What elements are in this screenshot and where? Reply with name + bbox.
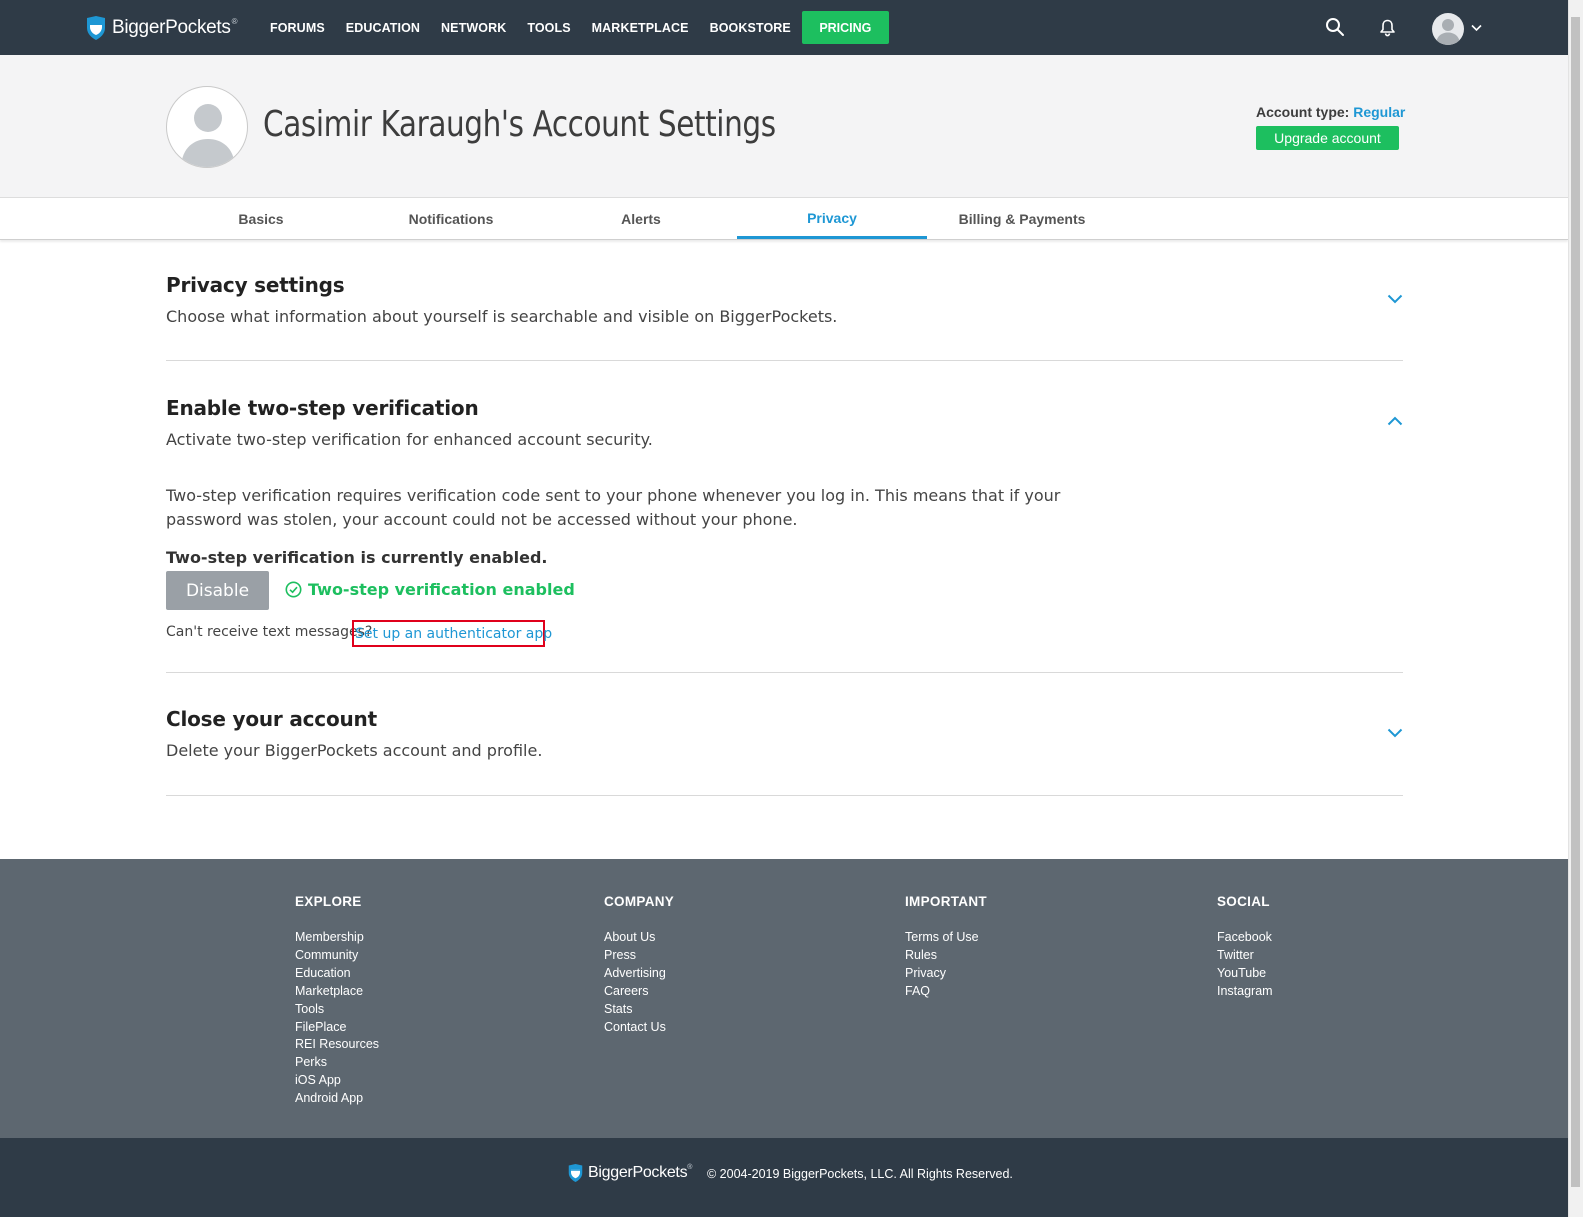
- two-step-explanation: Two-step verification requires verificat…: [166, 486, 1061, 529]
- footer-link[interactable]: Community: [295, 947, 379, 965]
- footer-link[interactable]: iOS App: [295, 1072, 379, 1090]
- footer-link[interactable]: Twitter: [1217, 947, 1273, 965]
- nav-tools[interactable]: TOOLS: [527, 21, 570, 35]
- footer-link[interactable]: FilePlace: [295, 1019, 379, 1037]
- settings-tabs: Basics Notifications Alerts Privacy Bill…: [0, 199, 1568, 240]
- divider: [166, 795, 1403, 796]
- profile-avatar: [166, 86, 248, 168]
- two-step-verification-section[interactable]: Enable two-step verification Activate tw…: [166, 396, 1403, 449]
- tab-notifications[interactable]: Notifications: [356, 199, 546, 239]
- footer-column-important: IMPORTANT Terms of Use Rules Privacy FAQ: [905, 894, 987, 1001]
- page-title: Casimir Karaugh's Account Settings: [263, 104, 776, 145]
- nav-forums[interactable]: FORUMS: [270, 21, 325, 35]
- bell-icon[interactable]: [1379, 19, 1396, 37]
- site-footer: [0, 859, 1568, 1138]
- setup-authenticator-link[interactable]: Set up an authenticator app: [352, 620, 552, 647]
- main-nav: FORUMS EDUCATION NETWORK TOOLS MARKETPLA…: [270, 0, 889, 55]
- brand-logo[interactable]: BiggerPockets®: [86, 15, 237, 41]
- nav-network[interactable]: NETWORK: [441, 21, 506, 35]
- chevron-down-icon[interactable]: [1387, 294, 1403, 304]
- footer-link[interactable]: Android App: [295, 1090, 379, 1108]
- footer-column-explore: EXPLORE Membership Community Education M…: [295, 894, 379, 1108]
- footer-link[interactable]: Marketplace: [295, 983, 379, 1001]
- footer-link[interactable]: About Us: [604, 929, 674, 947]
- user-silhouette-icon: [181, 104, 235, 167]
- divider: [166, 672, 1403, 673]
- chevron-down-icon[interactable]: [1471, 24, 1482, 32]
- footer-link[interactable]: Privacy: [905, 965, 987, 983]
- section-title: Close your account: [166, 707, 377, 731]
- account-type-label: Account type:: [1256, 104, 1350, 120]
- footer-heading: COMPANY: [604, 894, 675, 909]
- footer-link[interactable]: Stats: [604, 1001, 674, 1019]
- footer-link[interactable]: Rules: [905, 947, 987, 965]
- footer-link[interactable]: Instagram: [1217, 983, 1273, 1001]
- search-icon[interactable]: [1325, 17, 1345, 37]
- disable-button[interactable]: Disable: [166, 571, 269, 610]
- status-text: Two-step verification enabled: [308, 580, 575, 599]
- tab-basics[interactable]: Basics: [166, 199, 356, 239]
- section-title: Privacy settings: [166, 273, 345, 297]
- privacy-settings-section[interactable]: Privacy settings Choose what information…: [166, 273, 1403, 326]
- footer-link[interactable]: Education: [295, 965, 379, 983]
- footer-link[interactable]: Facebook: [1217, 929, 1273, 947]
- tab-privacy[interactable]: Privacy: [737, 199, 927, 239]
- brand-name: BiggerPockets®: [112, 17, 238, 38]
- shield-logo-icon: [568, 1164, 583, 1182]
- footer-column-company: COMPANY About Us Press Advertising Caree…: [604, 894, 674, 1036]
- upgrade-account-button[interactable]: Upgrade account: [1256, 126, 1399, 150]
- footer-heading: EXPLORE: [295, 894, 362, 909]
- account-type-value[interactable]: Regular: [1353, 104, 1405, 120]
- footer-link[interactable]: Perks: [295, 1054, 379, 1072]
- footer-heading: SOCIAL: [1217, 894, 1270, 909]
- footer-heading: IMPORTANT: [905, 894, 987, 909]
- tab-alerts[interactable]: Alerts: [546, 199, 736, 239]
- two-step-status-heading: Two-step verification is currently enabl…: [166, 548, 548, 567]
- nav-pricing-button[interactable]: PRICING: [801, 11, 889, 44]
- footer-link[interactable]: Contact Us: [604, 1019, 674, 1037]
- check-circle-icon: [285, 581, 302, 598]
- section-description: Choose what information about yourself i…: [166, 307, 838, 326]
- footer-brand-logo[interactable]: BiggerPockets®: [568, 1164, 692, 1182]
- footer-link[interactable]: REI Resources: [295, 1036, 379, 1054]
- cant-receive-text: Can't receive text messages?: [166, 624, 373, 640]
- footer-link[interactable]: Advertising: [604, 965, 674, 983]
- brand-name: BiggerPockets®: [588, 1164, 693, 1181]
- nav-marketplace[interactable]: MARKETPLACE: [592, 21, 689, 35]
- two-step-enabled-status: Two-step verification enabled: [285, 580, 575, 599]
- top-navbar: BiggerPockets® FORUMS EDUCATION NETWORK …: [0, 0, 1568, 55]
- footer-column-social: SOCIAL Facebook Twitter YouTube Instagra…: [1217, 894, 1273, 1001]
- divider: [166, 360, 1403, 361]
- tab-billing-payments[interactable]: Billing & Payments: [927, 199, 1117, 239]
- user-avatar[interactable]: [1432, 13, 1464, 45]
- user-silhouette-icon: [1436, 19, 1460, 45]
- scrollbar-thumb[interactable]: [1571, 17, 1580, 1187]
- shield-logo-icon: [87, 16, 105, 40]
- footer-link[interactable]: Membership: [295, 929, 379, 947]
- close-account-section[interactable]: Close your account Delete your BiggerPoc…: [166, 707, 1403, 760]
- footer-link[interactable]: Press: [604, 947, 674, 965]
- section-description: Delete your BiggerPockets account and pr…: [166, 741, 543, 760]
- chevron-down-icon[interactable]: [1387, 728, 1403, 738]
- section-title: Enable two-step verification: [166, 396, 479, 420]
- section-description: Activate two-step verification for enhan…: [166, 430, 653, 449]
- nav-education[interactable]: EDUCATION: [346, 21, 420, 35]
- footer-link[interactable]: Careers: [604, 983, 674, 1001]
- chevron-up-icon[interactable]: [1387, 416, 1403, 426]
- account-type: Account type: Regular: [1256, 104, 1405, 120]
- footer-link[interactable]: FAQ: [905, 983, 987, 1001]
- footer-link[interactable]: YouTube: [1217, 965, 1273, 983]
- footer-link[interactable]: Terms of Use: [905, 929, 987, 947]
- copyright-text: © 2004-2019 BiggerPockets, LLC. All Righ…: [707, 1167, 1013, 1181]
- nav-bookstore[interactable]: BOOKSTORE: [710, 21, 791, 35]
- footer-link[interactable]: Tools: [295, 1001, 379, 1019]
